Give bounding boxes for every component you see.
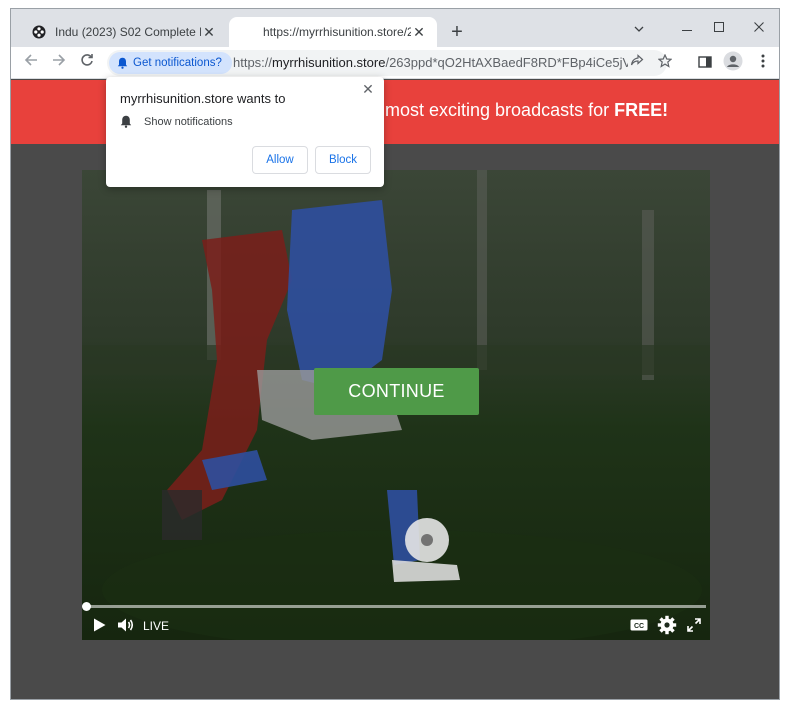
live-indicator: LIVE [143, 619, 170, 633]
plus-icon[interactable]: + [445, 21, 469, 45]
banner-emphasis: FREE! [614, 100, 669, 120]
permission-label: Show notifications [144, 115, 233, 128]
url-host: myrrhisunition.store [272, 55, 386, 70]
bell-icon [120, 115, 132, 128]
tab-close-icon[interactable]: ✕ [411, 24, 427, 40]
blank-page-icon [239, 24, 255, 40]
film-reel-icon [31, 24, 47, 40]
url-text[interactable]: https://myrrhisunition.store/263ppd*qO2H… [233, 50, 628, 76]
settings-gear-icon[interactable] [656, 615, 678, 635]
url-scheme: https:// [233, 55, 273, 70]
chevron-down-icon[interactable] [619, 15, 659, 39]
block-button[interactable]: Block [315, 146, 371, 174]
side-panel-icon[interactable] [693, 51, 717, 75]
reload-icon[interactable] [75, 51, 99, 75]
popup-title: myrrhisunition.store wants to [120, 91, 286, 106]
tab-title: Indu (2023) S02 Complete Benga [55, 25, 201, 39]
video-player[interactable]: CONTINUE LIVE CC [82, 170, 710, 640]
bell-icon [117, 57, 128, 69]
play-icon[interactable] [90, 615, 108, 635]
permission-row: Show notifications [120, 115, 233, 128]
tab-indu[interactable]: Indu (2023) S02 Complete Benga ✕ [21, 17, 227, 47]
fullscreen-icon[interactable] [685, 615, 703, 635]
tab-close-icon[interactable]: ✕ [201, 24, 217, 40]
forward-arrow-icon[interactable] [47, 51, 71, 75]
back-arrow-icon[interactable] [19, 51, 43, 75]
profile-avatar-icon[interactable] [721, 51, 745, 75]
notification-permission-popup: myrrhisunition.store wants to ✕ Show not… [106, 77, 384, 187]
banner-text: most exciting broadcasts for FREE! [385, 100, 668, 121]
player-controls: LIVE CC [82, 595, 710, 640]
tab-title: https://myrrhisunition.store/263p [263, 25, 411, 39]
tab-strip: Indu (2023) S02 Complete Benga ✕ https:/… [11, 9, 779, 47]
share-icon[interactable] [627, 53, 647, 73]
kebab-menu-icon[interactable] [751, 51, 775, 75]
notification-permission-chip[interactable]: Get notifications? [109, 52, 232, 74]
svg-text:CC: CC [634, 623, 644, 630]
maximize-icon[interactable] [699, 15, 739, 39]
banner-message: most exciting broadcasts for [385, 100, 610, 120]
window-close-icon[interactable] [739, 15, 779, 39]
allow-button[interactable]: Allow [252, 146, 308, 174]
progress-bar[interactable] [86, 605, 706, 608]
omnibox[interactable]: Get notifications? https://myrrhisunitio… [107, 50, 673, 76]
continue-button[interactable]: CONTINUE [314, 368, 479, 415]
toolbar: Get notifications? https://myrrhisunitio… [11, 47, 779, 79]
tab-active[interactable]: https://myrrhisunition.store/263p ✕ [229, 17, 437, 47]
closed-captions-icon[interactable]: CC [629, 615, 649, 635]
chip-label: Get notifications? [133, 57, 222, 69]
progress-handle[interactable] [82, 602, 91, 611]
url-path: /263ppd*qO2HtAXBaedF8RD*FBp4iCe5jVy_... [385, 55, 628, 70]
volume-icon[interactable] [116, 615, 136, 635]
bookmark-star-icon[interactable] [655, 53, 675, 73]
popup-close-icon[interactable]: ✕ [360, 81, 376, 97]
